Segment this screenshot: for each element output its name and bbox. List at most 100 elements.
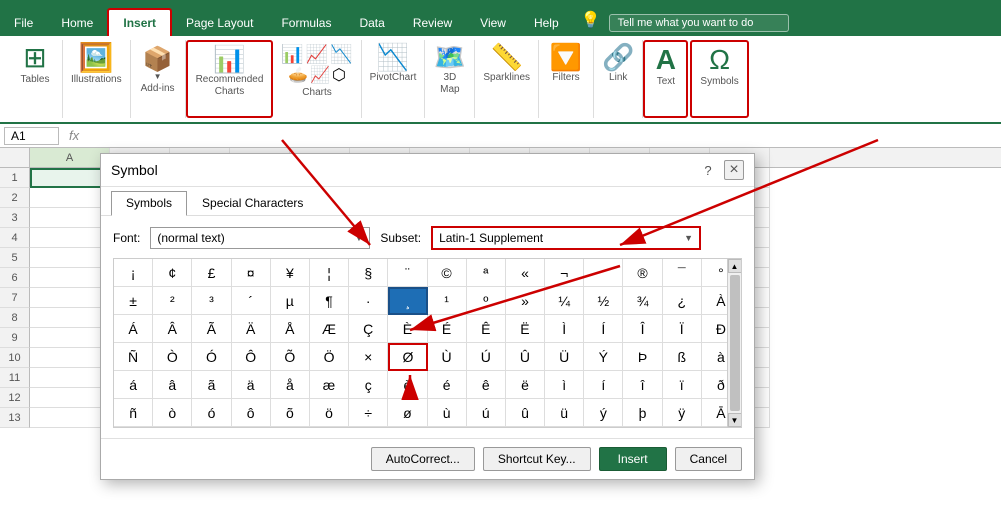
symbol-cell[interactable]: Ù	[428, 343, 467, 371]
symbol-cell[interactable]: º	[467, 287, 506, 315]
col-header-a[interactable]: A	[30, 148, 110, 167]
symbol-cell[interactable]: Å	[271, 315, 310, 343]
tab-special-characters[interactable]: Special Characters	[187, 191, 318, 215]
symbol-cell[interactable]: ¦	[310, 259, 349, 287]
symbol-cell[interactable]: û	[506, 399, 545, 427]
symbol-cell[interactable]: ¿	[663, 287, 702, 315]
symbol-cell[interactable]: å	[271, 371, 310, 399]
symbol-cell[interactable]: Ø	[388, 343, 427, 371]
tab-file[interactable]: File	[0, 10, 47, 36]
symbol-cell[interactable]: §	[349, 259, 388, 287]
cancel-button[interactable]: Cancel	[675, 447, 742, 471]
group-recommended-charts[interactable]: 📊 RecommendedCharts	[186, 40, 274, 118]
symbol-cell[interactable]: ü	[545, 399, 584, 427]
symbol-cell[interactable]: µ	[271, 287, 310, 315]
symbol-cell[interactable]: ¶	[310, 287, 349, 315]
cell-a6[interactable]	[30, 268, 110, 288]
close-button[interactable]: ×	[724, 160, 744, 180]
cell-reference-box[interactable]: A1	[4, 127, 59, 145]
symbol-cell[interactable]: ½	[584, 287, 623, 315]
group-3dmap[interactable]: 🗺️ 3DMap	[425, 40, 475, 118]
symbol-cell[interactable]: ö	[310, 399, 349, 427]
symbol-cell[interactable]: ³	[192, 287, 231, 315]
symbol-cell[interactable]: ÿ	[663, 399, 702, 427]
symbol-cell[interactable]: Æ	[310, 315, 349, 343]
group-pivotchart[interactable]: 📉 PivotChart	[362, 40, 426, 118]
group-illustrations[interactable]: 🖼️ Illustrations	[63, 40, 131, 118]
group-addins[interactable]: 📦 ▼ Add-ins	[131, 40, 186, 118]
cell-a3[interactable]	[30, 208, 110, 228]
symbol-cell[interactable]: Ï	[663, 315, 702, 343]
tab-home[interactable]: Home	[47, 10, 107, 36]
symbol-cell[interactable]: É	[428, 315, 467, 343]
symbol-cell[interactable]: ê	[467, 371, 506, 399]
cell-a1[interactable]	[30, 168, 110, 188]
symbol-cell[interactable]: æ	[310, 371, 349, 399]
symbol-cell[interactable]: Ö	[310, 343, 349, 371]
insert-button[interactable]: Insert	[599, 447, 667, 471]
tell-me-box[interactable]: Tell me what you want to do	[609, 14, 789, 32]
symbol-cell[interactable]: Ã	[192, 315, 231, 343]
symbol-cell[interactable]: Ì	[545, 315, 584, 343]
symbol-cell[interactable]: Î	[623, 315, 662, 343]
symbol-cell[interactable]: ¡	[114, 259, 153, 287]
group-tables[interactable]: ⊞ Tables	[8, 40, 63, 118]
symbol-cell[interactable]: Ó	[192, 343, 231, 371]
symbol-cell[interactable]: »	[506, 287, 545, 315]
symbol-cell[interactable]: ã	[192, 371, 231, 399]
symbol-cell[interactable]: õ	[271, 399, 310, 427]
symbol-cell[interactable]: ¨	[388, 259, 427, 287]
symbol-cell[interactable]: Ý	[584, 343, 623, 371]
symbol-cell[interactable]: ¹	[428, 287, 467, 315]
symbol-cell[interactable]: È	[388, 315, 427, 343]
symbol-cell[interactable]: Ú	[467, 343, 506, 371]
group-text[interactable]: A Text	[643, 40, 688, 118]
group-link[interactable]: 🔗 Link	[594, 40, 643, 118]
symbol-cell[interactable]: Á	[114, 315, 153, 343]
help-button[interactable]: ?	[698, 160, 718, 180]
cell-a5[interactable]	[30, 248, 110, 268]
tab-view[interactable]: View	[466, 10, 520, 36]
symbol-cell[interactable]: ­	[584, 259, 623, 287]
symbol-cell[interactable]: ²	[153, 287, 192, 315]
cell-a11[interactable]	[30, 368, 110, 388]
symbol-cell[interactable]: þ	[623, 399, 662, 427]
symbol-cell[interactable]: «	[506, 259, 545, 287]
scrollbar-thumb[interactable]	[730, 275, 740, 411]
symbol-cell[interactable]: Ç	[349, 315, 388, 343]
symbol-cell[interactable]: ¾	[623, 287, 662, 315]
symbol-cell[interactable]: Õ	[271, 343, 310, 371]
symbol-cell[interactable]: ¢	[153, 259, 192, 287]
cell-a10[interactable]	[30, 348, 110, 368]
symbol-cell[interactable]: Ê	[467, 315, 506, 343]
symbol-cell[interactable]: ý	[584, 399, 623, 427]
symbol-cell[interactable]: Û	[506, 343, 545, 371]
symbol-cell[interactable]: ÷	[349, 399, 388, 427]
symbol-cell[interactable]: ®	[623, 259, 662, 287]
cell-a4[interactable]	[30, 228, 110, 248]
symbol-cell[interactable]: ò	[153, 399, 192, 427]
group-symbols[interactable]: Ω Symbols	[690, 40, 748, 118]
symbol-cell[interactable]: ç	[349, 371, 388, 399]
tab-help[interactable]: Help	[520, 10, 573, 36]
group-charts[interactable]: 📊📈📉 🥧📈⬡ Charts	[273, 40, 361, 118]
symbol-cell[interactable]: ·	[349, 287, 388, 315]
symbol-cell[interactable]: Ä	[232, 315, 271, 343]
symbol-cell[interactable]: ©	[428, 259, 467, 287]
symbol-cell[interactable]: ì	[545, 371, 584, 399]
symbol-cell[interactable]: ï	[663, 371, 702, 399]
symbol-cell[interactable]: ¼	[545, 287, 584, 315]
symbol-cell[interactable]: ó	[192, 399, 231, 427]
symbol-cell[interactable]: Ô	[232, 343, 271, 371]
tab-symbols[interactable]: Symbols	[111, 191, 187, 216]
symbol-cell[interactable]: Í	[584, 315, 623, 343]
symbol-cell[interactable]: ´	[232, 287, 271, 315]
symbol-cell[interactable]: Ò	[153, 343, 192, 371]
symbol-cell[interactable]: ¬	[545, 259, 584, 287]
scrollbar-up-button[interactable]: ▲	[728, 259, 742, 273]
symbol-cell[interactable]: è	[388, 371, 427, 399]
scrollbar-down-button[interactable]: ▼	[728, 413, 742, 427]
symbol-cell[interactable]: î	[623, 371, 662, 399]
symbol-cell[interactable]: â	[153, 371, 192, 399]
symbol-cell[interactable]: ú	[467, 399, 506, 427]
